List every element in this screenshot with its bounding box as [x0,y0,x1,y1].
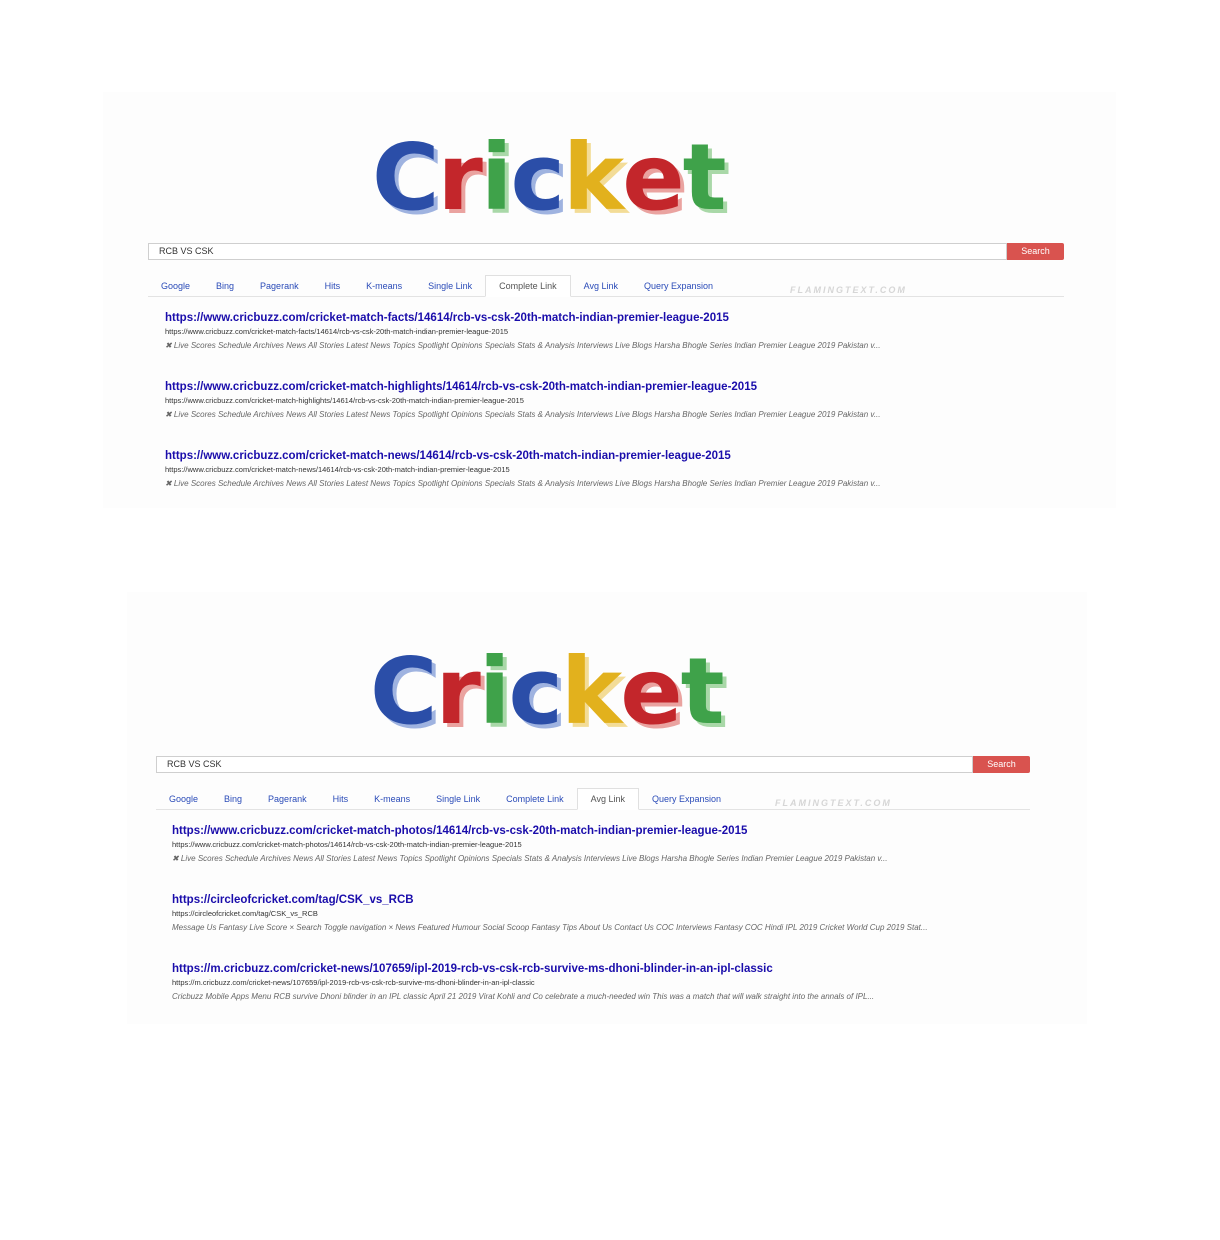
result-url: https://www.cricbuzz.com/cricket-match-n… [165,465,510,474]
result-url: https://www.cricbuzz.com/cricket-match-p… [172,840,522,849]
search-input[interactable]: RCB VS CSK [148,243,1007,260]
tab-hits[interactable]: Hits [320,789,362,809]
cricket-logo: Cricket [372,124,727,231]
search-button[interactable]: Search [1007,243,1064,260]
tab-bing[interactable]: Bing [211,789,255,809]
search-result: https://www.cricbuzz.com/cricket-match-p… [172,825,1032,864]
result-url: https://www.cricbuzz.com/cricket-match-h… [165,396,524,405]
watermark: FLAMINGTEXT.COM [775,798,892,808]
tab-bar: Google Bing Pagerank Hits K-means Single… [156,787,1030,810]
result-title-link[interactable]: https://circleofcricket.com/tag/CSK_vs_R… [172,894,1042,906]
search-result: https://www.cricbuzz.com/cricket-match-f… [165,312,1045,351]
tab-google[interactable]: Google [148,276,203,296]
tab-pagerank[interactable]: Pagerank [255,789,320,809]
result-snippet: ✖ Live Scores Schedule Archives News All… [172,854,888,863]
result-snippet: ✖ Live Scores Schedule Archives News All… [165,479,881,488]
result-snippet: Cricbuzz Mobile Apps Menu RCB survive Dh… [172,992,875,1001]
search-result: https://circleofcricket.com/tag/CSK_vs_R… [172,894,1042,933]
tab-bar: Google Bing Pagerank Hits K-means Single… [148,274,1064,297]
watermark: FLAMINGTEXT.COM [790,285,907,295]
result-url: https://www.cricbuzz.com/cricket-match-f… [165,327,509,336]
search-bar: RCB VS CSK Search [148,243,1064,260]
tab-single-link[interactable]: Single Link [415,276,485,296]
result-title-link[interactable]: https://www.cricbuzz.com/cricket-match-n… [165,450,1045,462]
result-title-link[interactable]: https://www.cricbuzz.com/cricket-match-f… [165,312,1045,324]
result-snippet: ✖ Live Scores Schedule Archives News All… [165,341,881,350]
result-snippet: Message Us Fantasy Live Score × Search T… [172,923,928,932]
result-url: https://circleofcricket.com/tag/CSK_vs_R… [172,909,318,918]
result-snippet: ✖ Live Scores Schedule Archives News All… [165,410,881,419]
tab-hits[interactable]: Hits [312,276,354,296]
search-result: https://www.cricbuzz.com/cricket-match-n… [165,450,1045,489]
tab-avg-link[interactable]: Avg Link [571,276,631,296]
tab-complete-link[interactable]: Complete Link [485,275,571,297]
tab-google[interactable]: Google [156,789,211,809]
tab-k-means[interactable]: K-means [361,789,423,809]
search-input[interactable]: RCB VS CSK [156,756,973,773]
tab-bing[interactable]: Bing [203,276,247,296]
tab-query-expansion[interactable]: Query Expansion [631,276,726,296]
search-button[interactable]: Search [973,756,1030,773]
tab-single-link[interactable]: Single Link [423,789,493,809]
search-bar: RCB VS CSK Search [156,756,1030,773]
result-title-link[interactable]: https://m.cricbuzz.com/cricket-news/1076… [172,963,1032,975]
search-result: https://www.cricbuzz.com/cricket-match-h… [165,381,1045,420]
result-title-link[interactable]: https://www.cricbuzz.com/cricket-match-h… [165,381,1045,393]
tab-k-means[interactable]: K-means [353,276,415,296]
tab-complete-link[interactable]: Complete Link [493,789,577,809]
tab-query-expansion[interactable]: Query Expansion [639,789,734,809]
tab-avg-link[interactable]: Avg Link [576,788,640,810]
search-result: https://m.cricbuzz.com/cricket-news/1076… [172,963,1032,1002]
tab-pagerank[interactable]: Pagerank [247,276,312,296]
result-url: https://m.cricbuzz.com/cricket-news/1076… [172,978,535,987]
cricket-logo: Cricket [370,638,725,745]
result-title-link[interactable]: https://www.cricbuzz.com/cricket-match-p… [172,825,1032,837]
